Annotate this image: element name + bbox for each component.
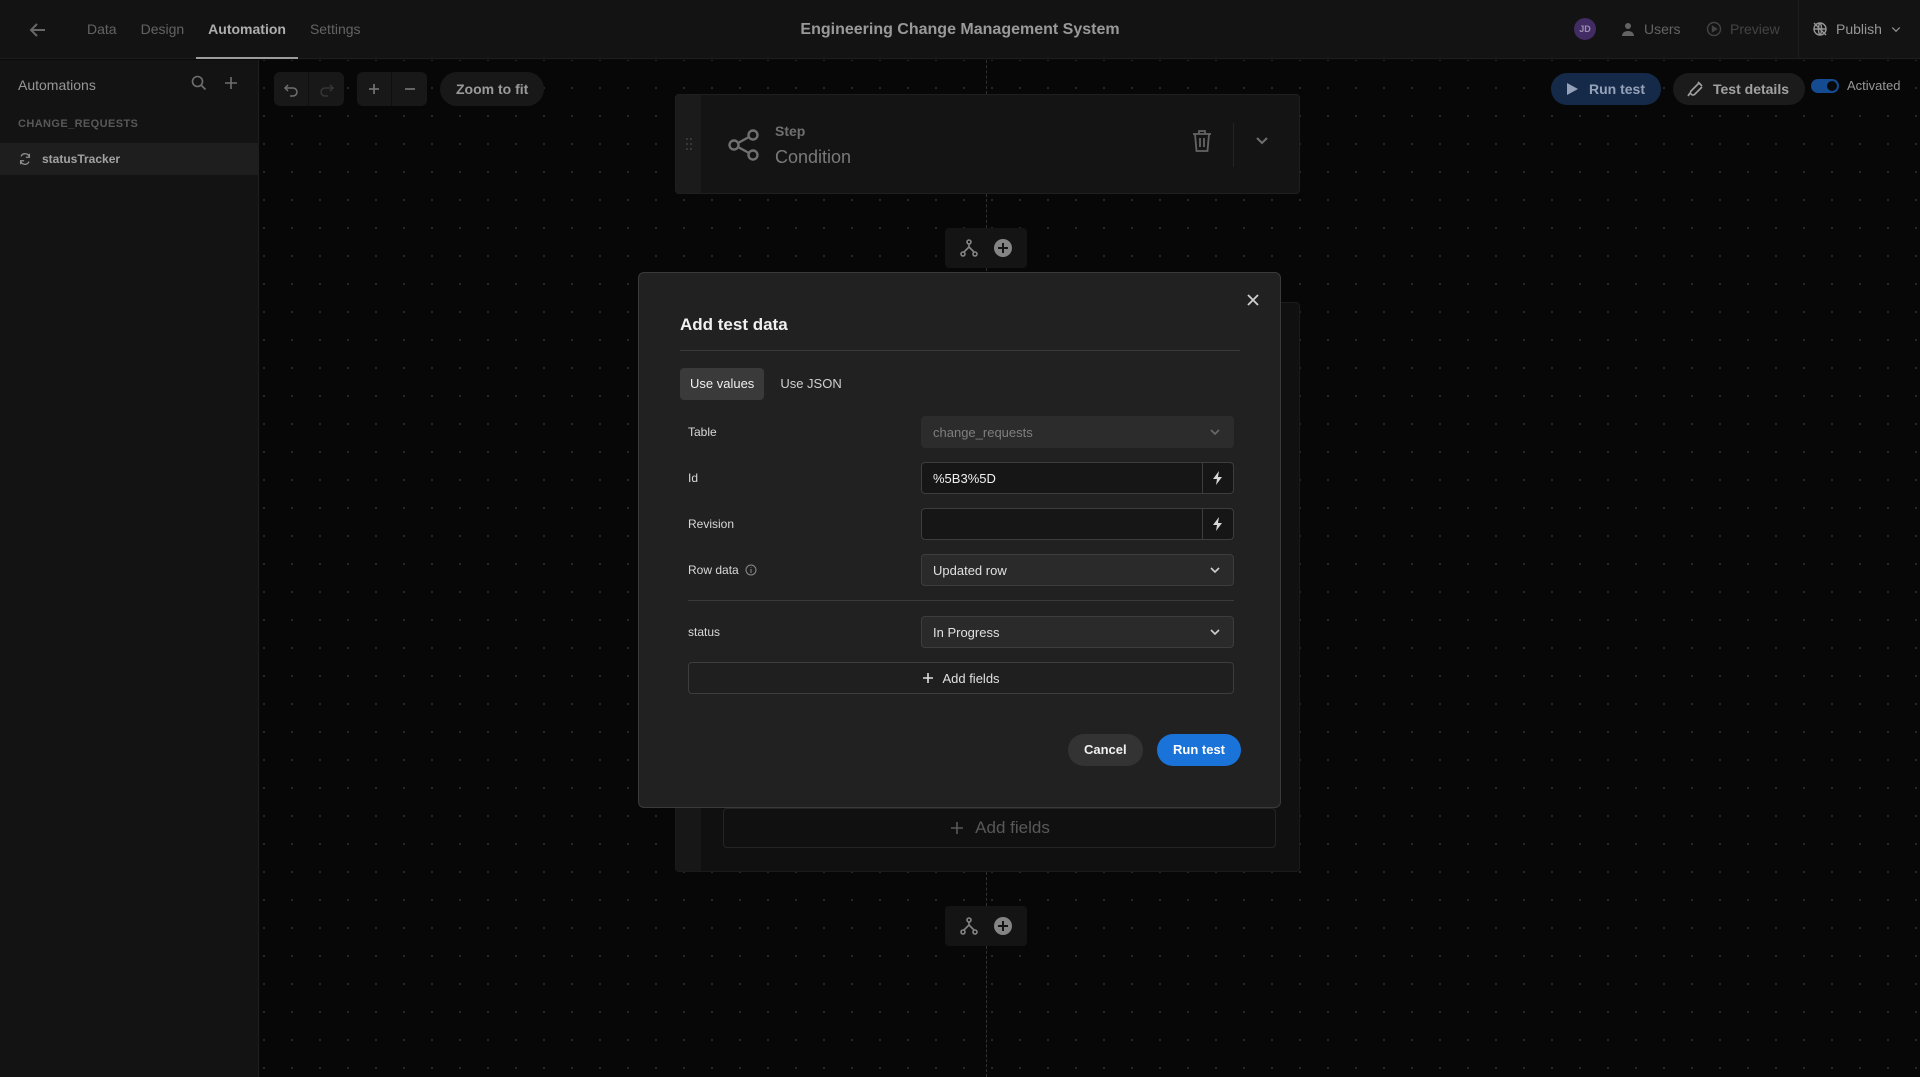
table-label-text: Table	[688, 425, 717, 439]
bindings-button[interactable]	[1203, 508, 1234, 540]
id-label-text: Id	[688, 471, 699, 485]
revision-input-wrap	[921, 508, 1234, 540]
revision-label-text: Revision	[688, 517, 735, 531]
status-select-value: In Progress	[933, 624, 1000, 640]
row-data-select[interactable]: Updated row	[921, 554, 1234, 586]
cancel-button[interactable]: Cancel	[1068, 734, 1143, 766]
plus-icon	[923, 673, 934, 683]
id-input[interactable]	[921, 462, 1203, 494]
info-icon[interactable]	[745, 564, 757, 576]
revision-label: Revision	[688, 508, 734, 540]
modal-tabs: Use values Use JSON	[680, 368, 852, 400]
row-data-row: Row data Updated row	[688, 554, 1234, 586]
close-icon[interactable]	[1244, 291, 1262, 309]
chevron-down-icon	[1210, 429, 1220, 436]
chevron-down-icon	[1210, 567, 1220, 574]
id-row: Id	[688, 462, 1234, 494]
chevron-down-icon	[1210, 629, 1220, 636]
status-label-text: status	[688, 625, 721, 639]
row-data-label: Row data	[688, 554, 757, 586]
table-row: Table change_requests	[688, 416, 1234, 448]
table-select[interactable]: change_requests	[921, 416, 1234, 448]
status-row: status In Progress	[688, 616, 1234, 648]
run-test-button[interactable]: Run test	[1157, 734, 1241, 766]
lightning-icon	[1213, 517, 1222, 531]
add-test-data-modal: Add test data Use values Use JSON Table …	[638, 272, 1281, 808]
revision-row: Revision	[688, 508, 1234, 540]
row-data-label-text: Row data	[688, 563, 739, 577]
modal-divider	[680, 350, 1240, 351]
tab-use-values[interactable]: Use values	[680, 368, 765, 400]
bindings-button[interactable]	[1203, 462, 1234, 494]
row-data-select-value: Updated row	[933, 562, 1007, 578]
status-label: status	[688, 616, 720, 648]
modal-title: Add test data	[680, 315, 788, 334]
modal-section-divider	[688, 600, 1234, 601]
add-fields-label: Add fields	[942, 670, 1000, 686]
id-label: Id	[688, 462, 698, 494]
id-input-wrap	[921, 462, 1234, 494]
table-select-value: change_requests	[933, 424, 1033, 440]
add-fields-button[interactable]: Add fields	[688, 662, 1234, 694]
revision-input[interactable]	[921, 508, 1203, 540]
table-label: Table	[688, 416, 717, 448]
app-root: Data Design Automation Settings Engineer…	[0, 0, 1920, 1077]
lightning-icon	[1213, 471, 1222, 485]
tab-use-json[interactable]: Use JSON	[770, 368, 851, 400]
status-select[interactable]: In Progress	[921, 616, 1234, 648]
